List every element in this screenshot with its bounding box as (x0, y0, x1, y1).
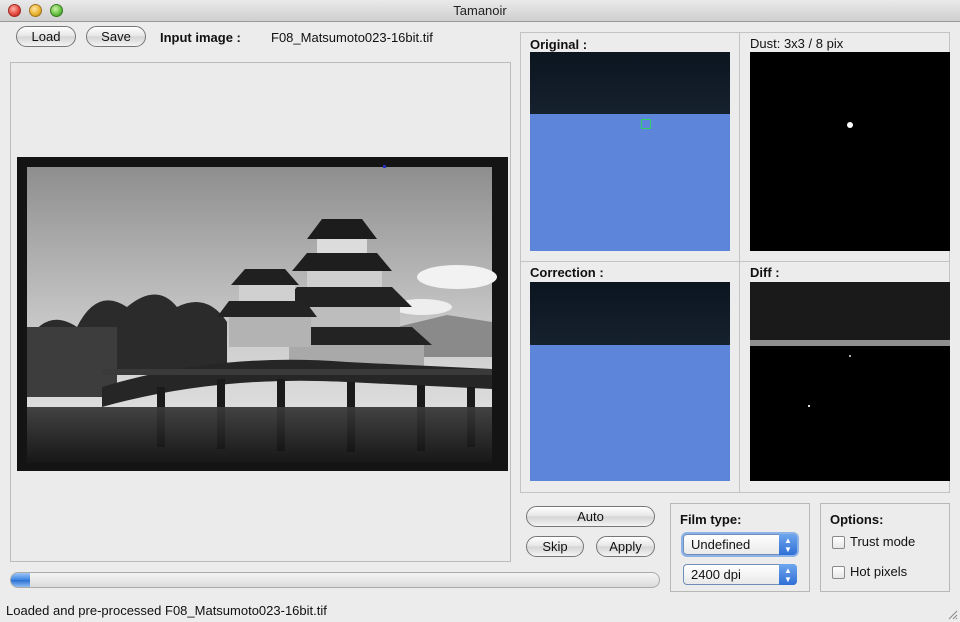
hot-pixels-label: Hot pixels (850, 564, 908, 579)
film-type-label: Film type: (680, 512, 742, 527)
main-image-view[interactable] (17, 157, 508, 471)
diff-view (750, 282, 950, 481)
skip-button[interactable]: Skip (526, 536, 584, 557)
original-crop-view[interactable] (530, 52, 730, 251)
title-bar: Tamanoir (0, 0, 960, 22)
input-image-label: Input image : (160, 30, 241, 45)
selection-marker[interactable] (641, 119, 651, 129)
original-label: Original : (530, 37, 588, 52)
resize-grip-icon[interactable] (946, 608, 958, 620)
save-button[interactable]: Save (86, 26, 146, 47)
auto-button[interactable]: Auto (526, 506, 655, 527)
options-label: Options: (830, 512, 884, 527)
trust-mode-checkbox[interactable] (832, 536, 845, 549)
dust-label: Dust: 3x3 / 8 pix (750, 36, 844, 51)
chevron-updown-icon: ▲ ▼ (779, 534, 797, 555)
dpi-value: 2400 dpi (691, 567, 741, 582)
load-button[interactable]: Load (16, 26, 76, 47)
window-title: Tamanoir (453, 3, 507, 18)
film-type-value: Undefined (691, 537, 751, 552)
dpi-select[interactable]: 2400 dpi ▲ ▼ (683, 564, 797, 585)
diff-label: Diff : (750, 265, 780, 280)
castle-photo (17, 157, 508, 471)
trust-mode-label: Trust mode (850, 534, 916, 549)
chevron-updown-icon: ▲ ▼ (779, 564, 797, 585)
hot-pixels-checkbox[interactable] (832, 566, 845, 579)
correction-label: Correction : (530, 265, 604, 280)
progress-bar (10, 572, 660, 588)
status-text: Loaded and pre-processed F08_Matsumoto02… (6, 603, 327, 618)
correction-crop-view[interactable] (530, 282, 730, 481)
film-type-select[interactable]: Undefined ▲ ▼ (683, 534, 797, 555)
progress-fill (11, 573, 31, 587)
dust-mask-view (750, 52, 950, 251)
input-image-filename: F08_Matsumoto023-16bit.tif (271, 30, 433, 45)
apply-button[interactable]: Apply (596, 536, 655, 557)
